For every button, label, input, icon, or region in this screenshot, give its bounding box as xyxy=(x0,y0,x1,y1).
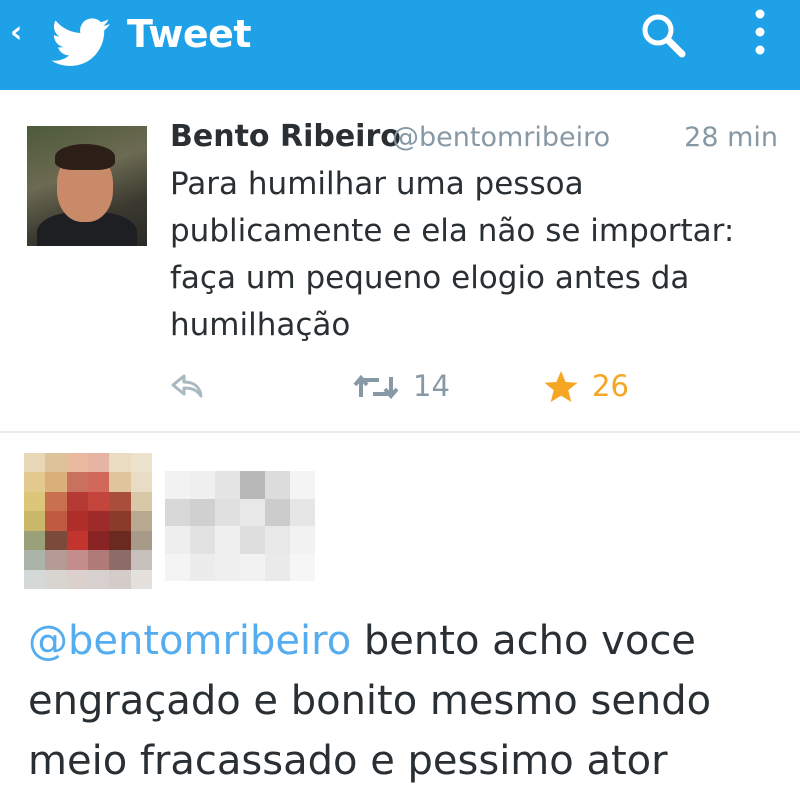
reply-icon[interactable] xyxy=(170,372,204,400)
avatar[interactable] xyxy=(27,126,147,246)
reply-card[interactable]: @bentomribeiro bento acho voce engraçado… xyxy=(0,433,800,800)
favorite-count: 26 xyxy=(592,369,629,403)
more-vertical-icon[interactable] xyxy=(745,6,775,62)
app-bar: ‹ Tweet xyxy=(0,0,800,90)
tweet-header: Bento Ribeiro @bentomribeiro 28 min xyxy=(170,119,780,163)
reply-mention[interactable]: @bentomribeiro xyxy=(28,618,351,664)
author-name[interactable]: Bento Ribeiro xyxy=(170,119,401,154)
tweet-card[interactable]: Bento Ribeiro @bentomribeiro 28 min Para… xyxy=(0,91,800,433)
chevron-left-icon[interactable]: ‹ xyxy=(10,18,22,48)
pixelated-username xyxy=(165,471,315,581)
search-icon[interactable] xyxy=(636,8,692,64)
pixelated-avatar xyxy=(24,453,152,589)
page-title: Tweet xyxy=(127,12,252,56)
retweet-icon[interactable] xyxy=(353,373,399,401)
star-icon[interactable] xyxy=(543,370,579,404)
retweet-count: 14 xyxy=(413,369,450,403)
tweet-text: Para humilhar uma pessoa publicamente e … xyxy=(170,166,735,343)
author-handle[interactable]: @bentomribeiro xyxy=(392,122,610,153)
twitter-bird-icon xyxy=(51,18,110,67)
reply-text: @bentomribeiro bento acho voce engraçado… xyxy=(28,611,788,791)
tweet-timestamp: 28 min xyxy=(684,122,778,153)
